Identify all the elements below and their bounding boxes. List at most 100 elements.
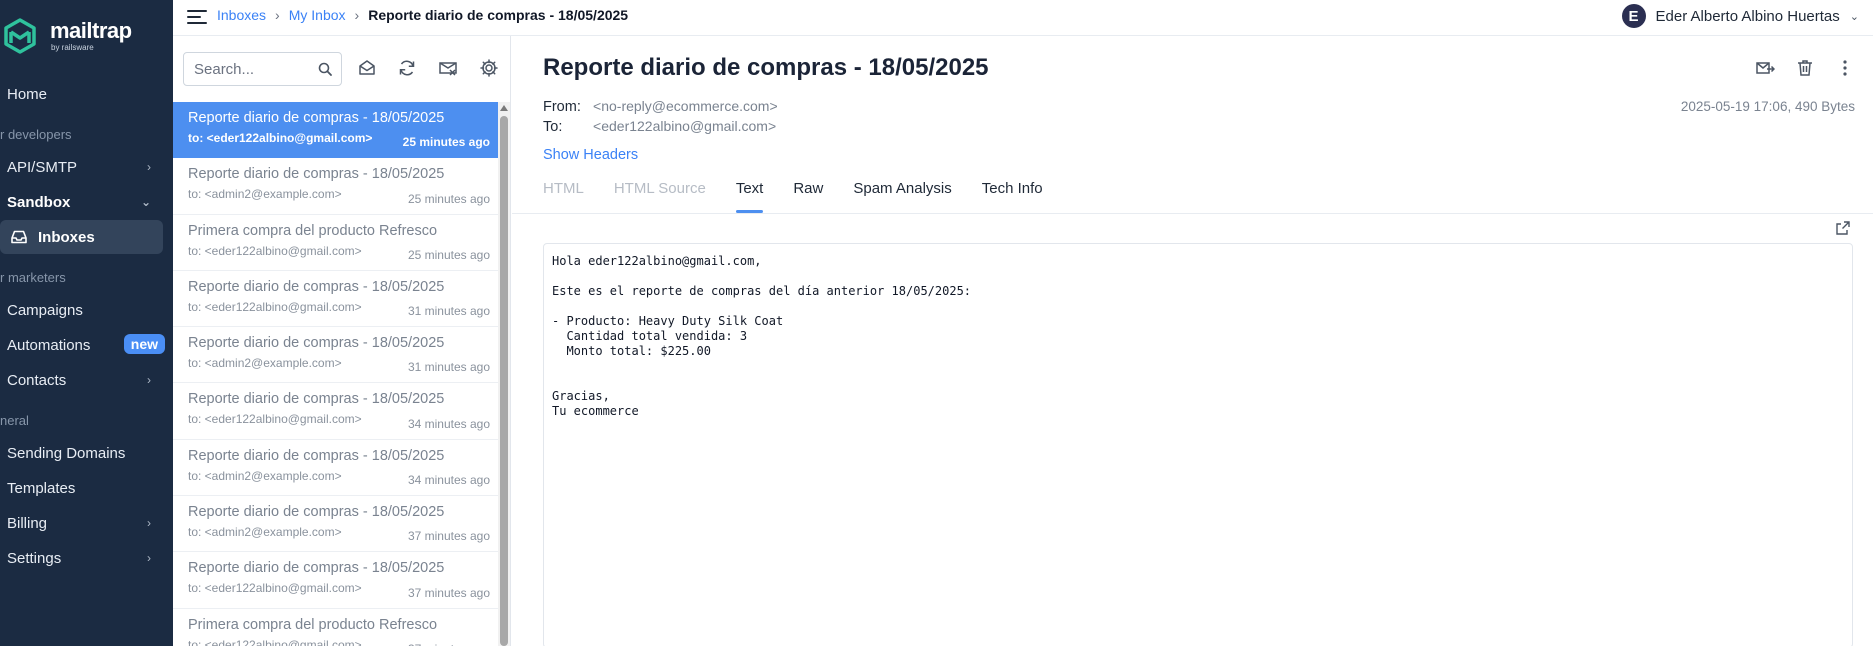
list-item[interactable]: Reporte diario de compras - 18/05/2025 to… [173, 158, 498, 215]
sidebar-section-developers: r developers [0, 127, 72, 142]
breadcrumb-separator: › [275, 7, 280, 23]
from-label: From: [543, 99, 581, 115]
message-view: Reporte diario de compras - 18/05/2025 F… [512, 36, 1873, 646]
sidebar-item-sandbox[interactable]: Sandbox ⌄ [7, 185, 165, 219]
avatar: E [1621, 4, 1646, 28]
sidebar-item-label: Inboxes [38, 228, 95, 246]
hamburger-menu-icon[interactable] [187, 8, 207, 26]
tab-tech-info[interactable]: Tech Info [982, 180, 1043, 213]
mailtrap-logo[interactable]: mailtrap by railsware [2, 16, 132, 56]
sidebar-item-label: Automations [7, 336, 91, 354]
mark-read-icon[interactable] [357, 58, 377, 78]
list-item[interactable]: Reporte diario de compras - 18/05/2025 to… [173, 383, 498, 440]
sidebar-item-billing[interactable]: Billing › [7, 506, 165, 540]
message-time: 25 minutes ago [407, 247, 490, 262]
sidebar-item-settings[interactable]: Settings › [7, 541, 165, 575]
message-body-text: Hola eder122albino@gmail.com, Este es el… [552, 254, 972, 418]
logo-subtitle: by railsware [51, 43, 94, 52]
show-headers-link[interactable]: Show Headers [543, 147, 638, 163]
sidebar-item-label: API/SMTP [7, 158, 78, 176]
sidebar-item-automations[interactable]: Automations new [7, 328, 165, 362]
trash-icon[interactable] [1795, 58, 1815, 78]
sidebar-item-api-smtp[interactable]: API/SMTP › [7, 150, 165, 184]
list-item[interactable]: Reporte diario de compras - 18/05/2025 to… [173, 271, 498, 328]
sidebar-item-label: Contacts [7, 371, 67, 389]
sidebar-item-home[interactable]: Home [7, 77, 165, 111]
sidebar-item-templates[interactable]: Templates [7, 471, 165, 505]
search-icon[interactable] [318, 62, 332, 76]
sidebar-item-sending-domains[interactable]: Sending Domains [7, 436, 165, 470]
search-input[interactable] [194, 54, 314, 84]
sidebar-item-label: Templates [7, 479, 76, 497]
message-subject: Primera compra del producto Refresco [188, 222, 438, 239]
sidebar-item-campaigns[interactable]: Campaigns [7, 293, 165, 327]
forward-email-icon[interactable] [1755, 58, 1775, 78]
message-time: 37 minutes ago [407, 529, 490, 544]
tab-raw[interactable]: Raw [793, 180, 823, 213]
gear-icon[interactable] [479, 58, 499, 78]
tab-text[interactable]: Text [735, 180, 763, 213]
breadcrumb-my-inbox[interactable]: My Inbox [289, 7, 346, 23]
chevron-down-icon: ⌄ [140, 195, 151, 209]
to-row: To: <eder122albino@gmail.com> [543, 118, 776, 135]
list-toolbar [173, 36, 511, 102]
sidebar-item-label: Sending Domains [7, 444, 126, 462]
search-box [183, 52, 342, 86]
sidebar-item-inboxes[interactable]: Inboxes [0, 220, 163, 254]
sidebar: mailtrap by railsware Home r developers … [0, 0, 173, 646]
message-list: Reporte diario de compras - 18/05/2025 to… [173, 102, 498, 646]
logo-name: mailtrap [50, 18, 132, 43]
list-item[interactable]: Reporte diario de compras - 18/05/2025 to… [173, 102, 498, 159]
tab-html[interactable]: HTML [543, 180, 584, 213]
breadcrumb-separator: › [354, 7, 360, 23]
chevron-down-icon: ⌄ [1849, 10, 1859, 23]
sidebar-item-contacts[interactable]: Contacts › [7, 363, 165, 397]
to-label: To: [543, 119, 563, 135]
chevron-right-icon: › [147, 551, 151, 565]
tab-html-source[interactable]: HTML Source [614, 180, 706, 213]
list-item[interactable]: Primera compra del producto Refresco to: … [173, 215, 498, 271]
list-item[interactable]: Reporte diario de compras - 18/05/2025 to… [173, 552, 498, 609]
message-body-frame: Hola eder122albino@gmail.com, Este es el… [543, 243, 1853, 646]
from-address: <no-reply@ecommerce.com> [593, 98, 778, 114]
refresh-icon[interactable] [397, 58, 417, 78]
list-item[interactable]: Reporte diario de compras - 18/05/2025 to… [173, 440, 498, 497]
sidebar-item-label: Campaigns [7, 301, 83, 319]
clear-inbox-icon[interactable] [438, 58, 458, 78]
message-time: 31 minutes ago [407, 304, 490, 319]
sidebar-section-marketers: r marketers [0, 270, 66, 285]
message-subject: Reporte diario de compras - 18/05/2025 [188, 278, 445, 295]
chevron-right-icon: › [147, 516, 151, 530]
message-actions [1755, 58, 1855, 78]
sidebar-item-label: Billing [7, 514, 48, 532]
message-list-panel: Reporte diario de compras - 18/05/2025to… [173, 36, 511, 646]
sidebar-section-general: neral [0, 413, 29, 428]
sidebar-item-label: Settings [7, 549, 62, 567]
tab-spam-analysis[interactable]: Spam Analysis [853, 180, 951, 213]
list-item[interactable]: Primera compra del producto Refresco to: … [173, 609, 498, 646]
message-list-scrollbar[interactable] [498, 102, 510, 646]
inbox-icon [11, 230, 27, 244]
scrollbar-thumb[interactable] [500, 116, 508, 646]
message-subject: Reporte diario de compras - 18/05/2025 [188, 335, 445, 352]
breadcrumb-inboxes[interactable]: Inboxes [217, 7, 266, 23]
more-options-icon[interactable] [1835, 58, 1855, 78]
message-subject: Reporte diario de compras - 18/05/2025 [188, 166, 445, 183]
sidebar-item-label: Home [7, 85, 48, 103]
message-time: 37 minutes ago [407, 585, 490, 600]
message-subject: Reporte diario de compras - 18/05/2025 [188, 504, 445, 521]
message-time: 37 minutes ago [408, 642, 490, 646]
user-menu[interactable]: E Eder Alberto Albino Huertas ⌄ [1621, 4, 1859, 28]
message-subject: Reporte diario de compras - 18/05/2025 [188, 447, 445, 464]
message-subject: Reporte diario de compras - 18/05/2025 [188, 110, 445, 126]
tabs-divider [512, 213, 1873, 214]
scroll-up-arrow-icon[interactable] [500, 105, 508, 111]
mailtrap-logo-icon [4, 18, 36, 54]
breadcrumb: Inboxes › My Inbox › Reporte diario de c… [217, 7, 628, 23]
message-subject: Reporte diario de compras - 18/05/2025 [188, 560, 445, 577]
open-external-icon[interactable] [1835, 220, 1851, 236]
new-badge: new [123, 334, 165, 354]
list-item[interactable]: Reporte diario de compras - 18/05/2025 to… [173, 496, 498, 553]
breadcrumb-current: Reporte diario de compras - 18/05/2025 [368, 7, 629, 23]
list-item[interactable]: Reporte diario de compras - 18/05/2025 to… [173, 327, 498, 384]
